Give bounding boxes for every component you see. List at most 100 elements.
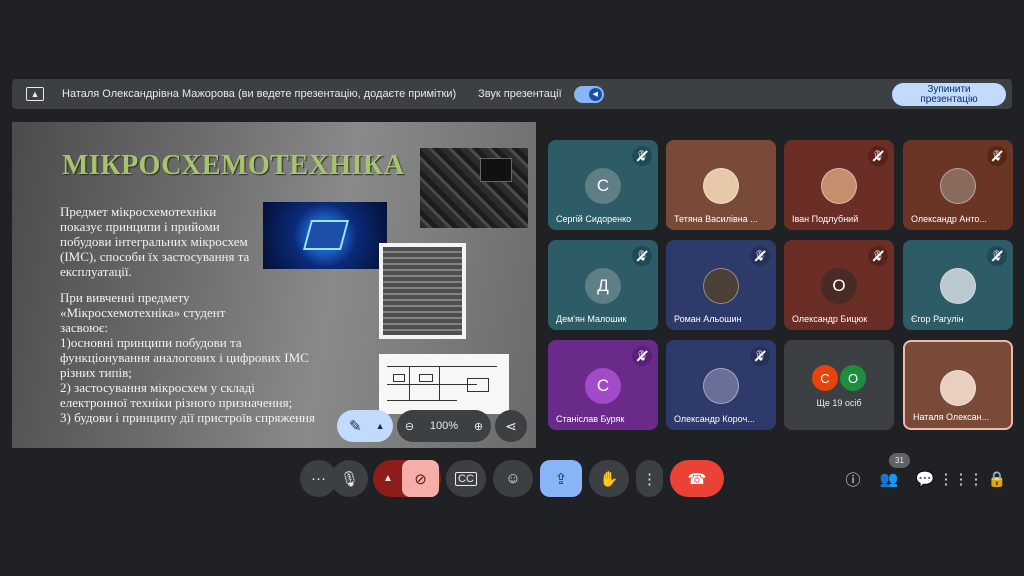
avatar xyxy=(703,368,739,404)
mic-off-icon: 🎙 xyxy=(632,146,652,166)
mic-off-icon: 🎙 xyxy=(632,246,652,266)
avatar xyxy=(940,268,976,304)
participant-name: Сергій Сидоренко xyxy=(556,214,632,224)
zoom-control: ⊖ 100% ⊕ xyxy=(397,410,491,442)
slide-line: 1)основні принципи побудови та xyxy=(60,335,242,350)
mic-off-icon: 🎙 xyxy=(868,246,888,266)
avatar: С xyxy=(812,365,838,391)
mic-off-icon: 🎙 xyxy=(750,246,770,266)
host-controls-icon[interactable]: 🔒 xyxy=(986,468,1008,490)
participant-tile[interactable]: С 🎙 Сергій Сидоренко xyxy=(548,140,658,230)
slide-line: «Мікросхемотехніка» студент xyxy=(60,305,226,320)
mic-off-icon: 🎙 xyxy=(750,346,770,366)
slide-line: функціонування аналогових і цифрових ІМС xyxy=(60,350,309,365)
chevron-up-icon: ▲ xyxy=(383,473,393,484)
avatar: С xyxy=(585,168,621,204)
leave-call-button[interactable]: ☎ xyxy=(670,460,724,497)
participant-name: Тетяна Василівна ... xyxy=(674,214,758,224)
presentation-slide: МІКРОСХЕМОТЕХНІКА Предмет мікросхемотехн… xyxy=(12,122,536,448)
participant-tile[interactable]: 🎙 Олександр Корoч... xyxy=(666,340,776,430)
slide-title: МІКРОСХЕМОТЕХНІКА xyxy=(62,150,405,181)
microchip-image xyxy=(263,202,387,269)
participant-name: Іван Подлубний xyxy=(792,214,859,224)
self-tile[interactable]: Наталя Олексан... xyxy=(903,340,1013,430)
people-icon[interactable]: 👥 xyxy=(878,468,900,490)
annotate-button[interactable]: ✎ ▲ xyxy=(337,410,393,442)
participant-name: Дем'ян Малошик xyxy=(556,314,627,324)
end-call-icon: ☎ xyxy=(687,470,707,488)
avatar xyxy=(703,168,739,204)
reactions-button[interactable]: ☺ xyxy=(493,460,533,497)
participant-name: Олександр Анто... xyxy=(911,214,987,224)
slide-paragraph: Предмет мікросхемотехніки показує принци… xyxy=(60,204,250,279)
chat-icon[interactable]: 💬 xyxy=(914,468,936,490)
avatar: О xyxy=(821,268,857,304)
slide-line: різних типів; xyxy=(60,365,132,380)
people-count-badge: 31 xyxy=(889,453,910,468)
emoji-icon: ☺ xyxy=(505,470,521,487)
mic-off-icon: 🎙 xyxy=(987,146,1007,166)
slide-line: 3) будови і принципу дії пристроїв спряж… xyxy=(60,410,315,425)
participant-tile[interactable]: О 🎙 Олександр Бицюк xyxy=(784,240,894,330)
mic-off-icon: 🎙 xyxy=(632,346,652,366)
avatar xyxy=(703,268,739,304)
slide-line: При вивченні предмету xyxy=(60,290,190,305)
avatar xyxy=(821,168,857,204)
microphone-button[interactable]: 🎙 xyxy=(331,460,368,497)
participant-tile[interactable]: 🎙 Олександр Анто... xyxy=(903,140,1013,230)
schematic-image xyxy=(379,354,509,414)
meet-window: ▲ Наталя Олександрівна Мажорова (ви веде… xyxy=(0,0,1024,576)
participant-tile[interactable]: 🎙 Єгор Рагулін xyxy=(903,240,1013,330)
present-button[interactable]: ⇪ xyxy=(540,460,582,497)
avatar xyxy=(940,168,976,204)
slide-controls: ✎ ▲ ⊖ 100% ⊕ ⋖ xyxy=(337,410,527,442)
zoom-level: 100% xyxy=(429,420,459,432)
avatar: О xyxy=(840,365,866,391)
raise-hand-button[interactable]: ✋ xyxy=(589,460,629,497)
participant-name: Єгор Рагулін xyxy=(911,314,964,324)
pen-icon: ✎ xyxy=(349,418,362,435)
slide-line: електронної техніки різного призначення; xyxy=(60,395,293,410)
participant-name: Наталя Олексан... xyxy=(913,412,990,422)
participant-name: Олександр Бицюк xyxy=(792,314,868,324)
avatar: С xyxy=(585,368,621,404)
presenter-status: Наталя Олександрівна Мажорова (ви ведете… xyxy=(62,88,457,100)
zoom-in-icon[interactable]: ⊕ xyxy=(474,420,483,433)
speaker-icon: ◀ xyxy=(588,87,602,101)
participant-tile[interactable]: 🎙 Роман Альошин xyxy=(666,240,776,330)
presenting-bar: ▲ Наталя Олександрівна Мажорова (ви веде… xyxy=(12,79,1012,109)
participant-name: Олександр Корoч... xyxy=(674,414,755,424)
hand-icon: ✋ xyxy=(599,470,619,488)
participant-name: Роман Альошин xyxy=(674,314,742,324)
more-participants-tile[interactable]: С О Ще 19 осіб xyxy=(784,340,894,430)
present-screen-icon: ▲ xyxy=(26,87,44,101)
circuit-board-image xyxy=(420,148,528,228)
mic-off-icon: 🎙 xyxy=(868,146,888,166)
chevron-up-icon[interactable]: ▲ xyxy=(376,421,385,431)
info-icon[interactable]: ⓘ xyxy=(842,468,864,490)
captions-button[interactable]: CC xyxy=(446,460,486,497)
participant-tile[interactable]: 🎙 Іван Подлубний xyxy=(784,140,894,230)
slide-paragraph-list: При вивченні предмету «Мікросхемотехніка… xyxy=(60,290,360,425)
zoom-out-icon[interactable]: ⊖ xyxy=(405,420,414,433)
activities-icon[interactable]: ⋮⋮⋮ xyxy=(939,468,984,490)
ellipsis-icon: ··· xyxy=(311,470,326,487)
participant-tile[interactable]: Тетяна Василівна ... xyxy=(666,140,776,230)
more-actions-button[interactable]: ⋮ xyxy=(636,460,663,497)
camera-off-button[interactable]: ⊘ xyxy=(402,460,439,497)
participant-tile[interactable]: С 🎙 Станіслав Буряк xyxy=(548,340,658,430)
camera-off-icon: ⊘ xyxy=(414,470,427,488)
microphone-icon: 🎙 xyxy=(339,470,360,488)
share-icon[interactable]: ⋖ xyxy=(495,410,527,442)
mic-off-icon: 🎙 xyxy=(987,246,1007,266)
motherboard-image xyxy=(379,243,466,339)
avatar: Д xyxy=(585,268,621,304)
slide-line: засвоює: xyxy=(60,320,109,335)
presentation-sound-toggle[interactable]: ◀ xyxy=(573,85,604,103)
participant-tile[interactable]: Д 🎙 Дем'ян Малошик xyxy=(548,240,658,330)
slide-line: 2) застосування мікросхем у складі xyxy=(60,380,255,395)
more-vert-icon: ⋮ xyxy=(642,470,657,488)
participant-name: Станіслав Буряк xyxy=(556,414,625,424)
stop-presenting-button[interactable]: Зупинити презентацію xyxy=(892,83,1006,106)
captions-icon: CC xyxy=(455,471,477,486)
